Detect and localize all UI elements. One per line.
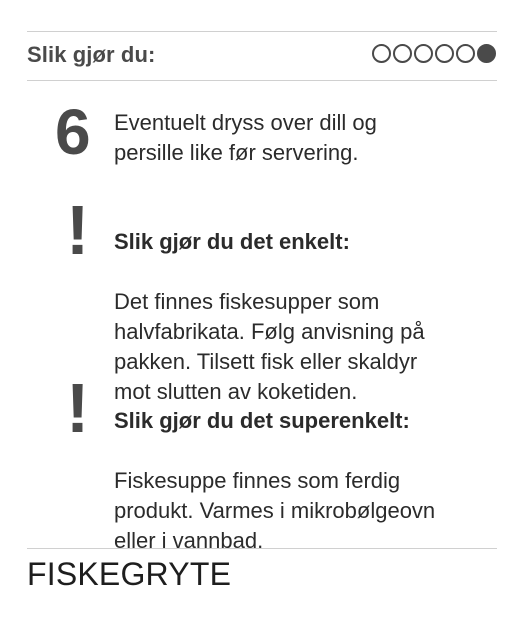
tip-super-simple-text: Fiskesuppe finnes som ferdig produkt. Va… [114, 468, 436, 553]
header-divider [27, 80, 497, 81]
progress-dot-1 [372, 44, 391, 63]
tip-simple-title: Slik gjør du det enkelt: [114, 229, 350, 254]
top-divider [27, 31, 497, 32]
footer-divider [27, 548, 497, 549]
exclamation-icon: ! [66, 369, 90, 447]
progress-dot-6 [477, 44, 496, 63]
tip-super-simple: Slik gjør du det superenkelt: Fiskesuppe… [114, 376, 494, 556]
exclamation-icon: ! [66, 191, 90, 269]
progress-dot-4 [435, 44, 454, 63]
progress-dot-2 [393, 44, 412, 63]
step-number: 6 [55, 96, 91, 168]
progress-dot-3 [414, 44, 433, 63]
progress-dot-5 [456, 44, 475, 63]
section-title: Slik gjør du: [27, 42, 156, 67]
step-progress-indicator [372, 44, 496, 63]
step-text: Eventuelt dryss over dill og persille li… [114, 110, 377, 165]
tip-super-simple-title: Slik gjør du det superenkelt: [114, 408, 410, 433]
recipe-title: FISKEGRYTE [27, 556, 232, 592]
